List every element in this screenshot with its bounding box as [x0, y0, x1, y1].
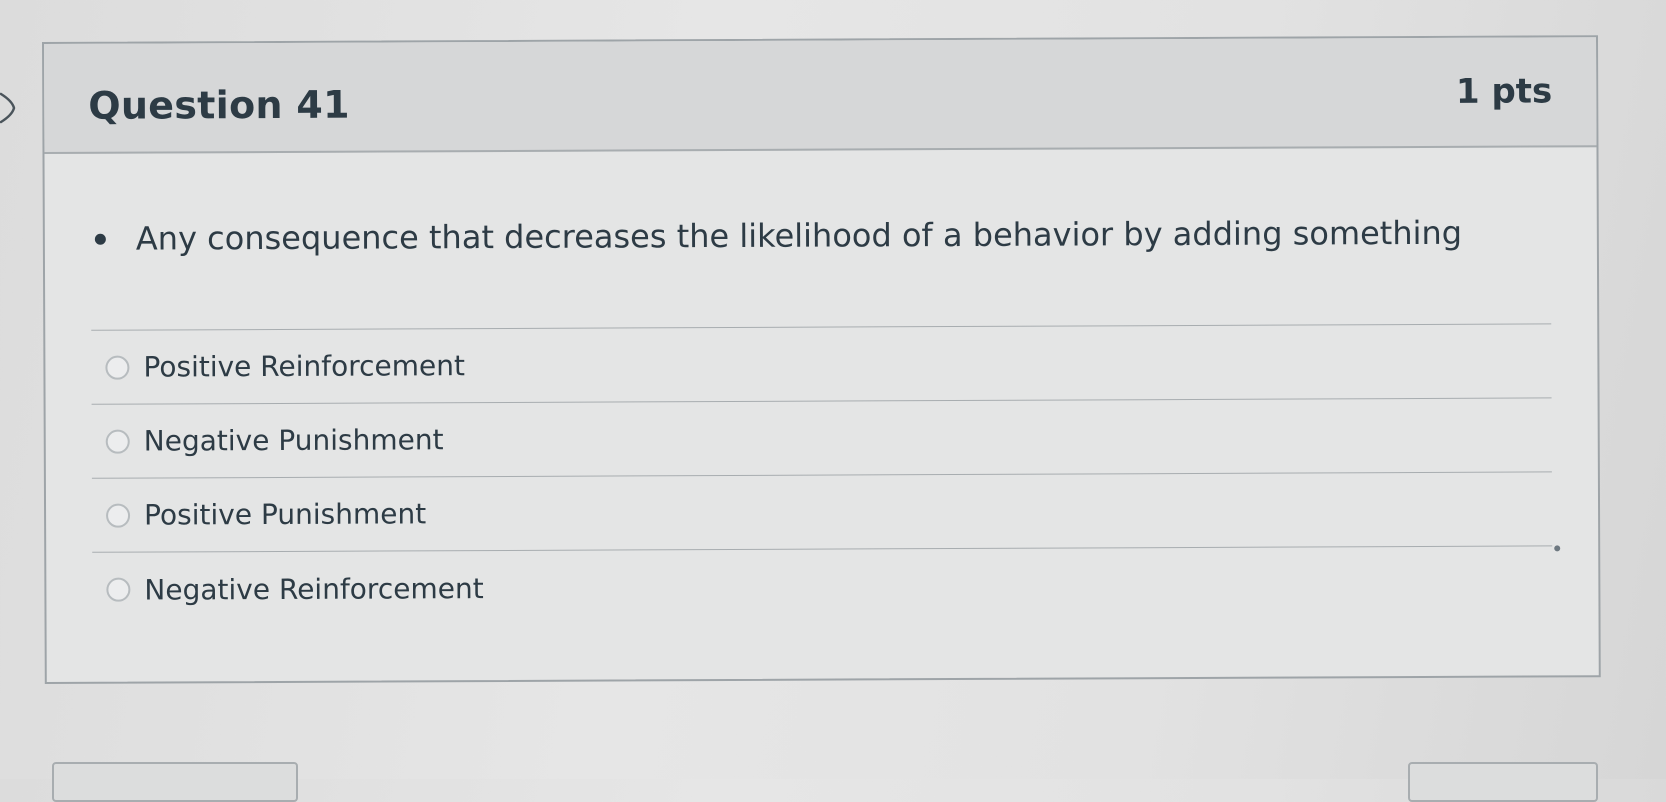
answer-option-negative-punishment[interactable]: Negative Punishment [91, 398, 1552, 479]
answer-label[interactable]: Negative Reinforcement [144, 572, 483, 606]
radio-button[interactable] [105, 429, 130, 454]
previous-button[interactable] [52, 762, 298, 802]
answer-list: Positive Reinforcement Negative Punishme… [91, 323, 1553, 626]
answer-label[interactable]: Positive Punishment [144, 497, 426, 531]
answer-label[interactable]: Positive Reinforcement [143, 349, 465, 383]
answer-option-positive-punishment[interactable]: Positive Punishment [91, 472, 1553, 553]
next-button[interactable] [1408, 762, 1598, 802]
bullet-icon [94, 233, 106, 245]
chevron-right-icon [0, 92, 16, 124]
radio-button[interactable] [105, 355, 130, 380]
screen-speck [1554, 545, 1561, 552]
radio-button[interactable] [106, 503, 131, 528]
question-header: Question 41 1 pts [44, 37, 1597, 154]
collapse-toggle[interactable] [0, 88, 22, 128]
question-title: Question 41 [88, 82, 350, 128]
answer-option-positive-reinforcement[interactable]: Positive Reinforcement [91, 324, 1552, 405]
answer-label[interactable]: Negative Punishment [144, 423, 444, 457]
question-prompt-text: Any consequence that decreases the likel… [135, 213, 1463, 258]
question-card: Question 41 1 pts Any consequence that d… [42, 35, 1601, 684]
question-prompt: Any consequence that decreases the likel… [94, 213, 1463, 258]
answer-option-negative-reinforcement[interactable]: Negative Reinforcement [92, 546, 1552, 626]
question-points: 1 pts [1455, 71, 1553, 112]
radio-button[interactable] [106, 577, 131, 602]
